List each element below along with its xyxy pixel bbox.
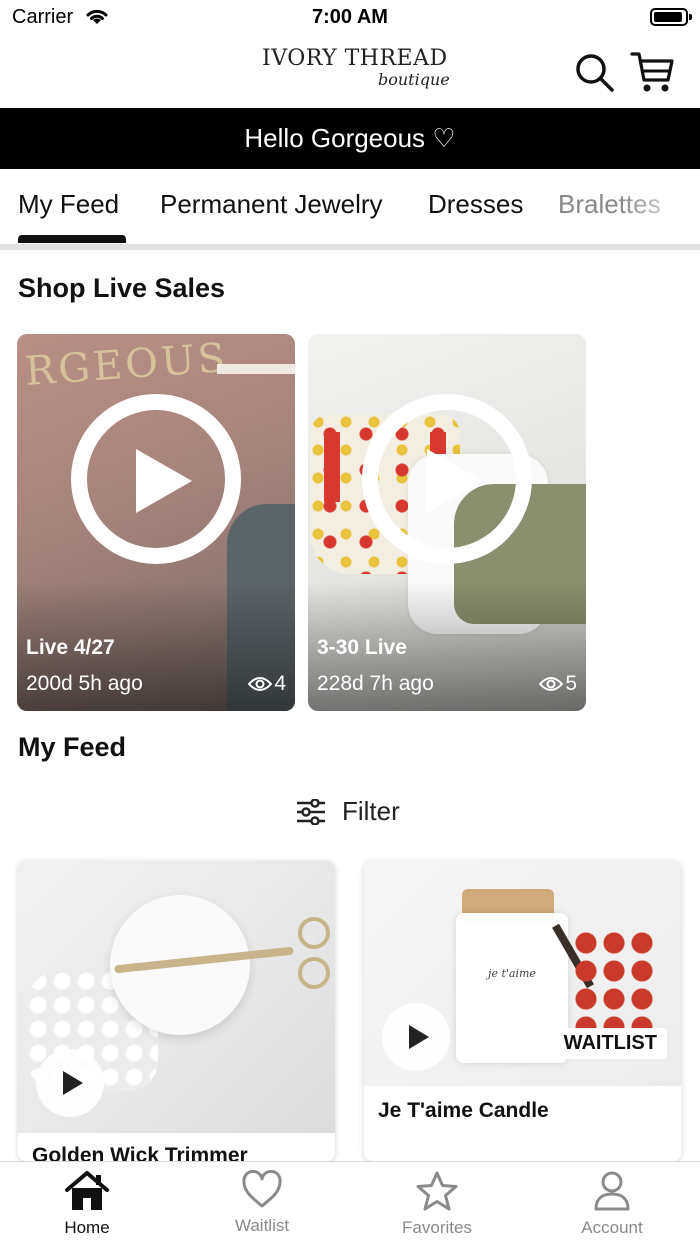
category-tabs: My Feed Permanent Jewelry Dresses Bralet… bbox=[0, 169, 700, 249]
logo-sub-text: boutique bbox=[378, 70, 450, 89]
eye-icon bbox=[539, 677, 564, 691]
app-header: IVORY THREAD boutique bbox=[0, 36, 700, 108]
tab-my-feed[interactable]: My Feed bbox=[18, 189, 119, 220]
heart-icon bbox=[242, 1170, 282, 1208]
product-card[interactable]: Golden Wick Trimmer bbox=[18, 861, 335, 1161]
strap-decoration bbox=[324, 432, 340, 502]
trimmer-ring-decoration bbox=[298, 917, 330, 949]
live-sale-views: 5 bbox=[539, 672, 577, 696]
live-sale-title: 3-30 Live bbox=[317, 636, 407, 659]
live-sale-time: 228d 7h ago bbox=[317, 672, 434, 695]
nav-waitlist-label: Waitlist bbox=[234, 1216, 290, 1235]
brand-logo[interactable]: IVORY THREAD boutique bbox=[262, 42, 450, 102]
filter-label: Filter bbox=[342, 796, 400, 826]
play-icon bbox=[63, 1071, 83, 1095]
filter-icon bbox=[297, 798, 325, 825]
jar-label-text: je t'aime bbox=[488, 967, 536, 980]
nav-account[interactable]: Account bbox=[542, 1170, 682, 1238]
battery-icon bbox=[650, 8, 692, 26]
person-icon bbox=[594, 1171, 630, 1211]
home-icon bbox=[65, 1171, 109, 1210]
status-bar: Carrier 7:00 AM bbox=[0, 0, 700, 36]
live-sale-card[interactable]: 3-30 Live 228d 7h ago 5 bbox=[308, 334, 586, 711]
greeting-banner: Hello Gorgeous ♡ bbox=[0, 108, 700, 169]
active-tab-indicator bbox=[18, 235, 126, 243]
view-count: 4 bbox=[274, 672, 286, 695]
waitlist-badge: WAITLIST bbox=[553, 1028, 667, 1059]
play-icon[interactable] bbox=[362, 394, 532, 564]
star-icon bbox=[416, 1171, 458, 1211]
nav-waitlist[interactable]: Waitlist bbox=[192, 1170, 332, 1236]
greeting-text: Hello Gorgeous ♡ bbox=[244, 123, 456, 153]
candle-jar-decoration bbox=[456, 913, 568, 1063]
wall-letters-decoration: RGEOUS bbox=[23, 334, 230, 396]
product-video-button[interactable] bbox=[382, 1003, 450, 1071]
live-sale-title: Live 4/27 bbox=[26, 636, 115, 659]
tab-dresses[interactable]: Dresses bbox=[428, 189, 523, 220]
nav-account-label: Account bbox=[581, 1218, 643, 1237]
product-video-button[interactable] bbox=[36, 1049, 104, 1117]
tab-permanent-jewelry[interactable]: Permanent Jewelry bbox=[160, 189, 383, 220]
nav-home[interactable]: Home bbox=[17, 1170, 157, 1238]
petals-decoration bbox=[574, 931, 654, 1031]
cart-button[interactable] bbox=[630, 50, 676, 94]
product-name: Je T'aime Candle bbox=[378, 1099, 549, 1122]
nav-favorites[interactable]: Favorites bbox=[367, 1170, 507, 1238]
shelf-decoration bbox=[217, 364, 295, 374]
cart-icon bbox=[630, 52, 674, 92]
nav-home-label: Home bbox=[64, 1218, 110, 1237]
live-sale-card[interactable]: RGEOUS Live 4/27 200d 5h ago 4 bbox=[17, 334, 295, 711]
search-button[interactable] bbox=[574, 52, 616, 94]
live-sale-views: 4 bbox=[248, 672, 286, 696]
tab-overflow-fade bbox=[620, 169, 700, 245]
bottom-tab-bar: Home Waitlist Favorites Account bbox=[0, 1161, 700, 1244]
play-icon bbox=[409, 1025, 429, 1049]
eye-icon bbox=[248, 677, 273, 691]
trimmer-ring-decoration bbox=[298, 957, 330, 989]
my-feed-title: My Feed bbox=[18, 732, 127, 762]
live-sale-time: 200d 5h ago bbox=[26, 672, 143, 695]
play-icon[interactable] bbox=[71, 394, 241, 564]
clock: 7:00 AM bbox=[312, 6, 388, 28]
tab-divider bbox=[0, 244, 700, 250]
product-card[interactable]: je t'aime WAITLIST Je T'aime Candle bbox=[364, 861, 681, 1161]
filter-button[interactable]: Filter bbox=[296, 796, 400, 827]
nav-favorites-label: Favorites bbox=[402, 1218, 472, 1237]
search-icon bbox=[576, 54, 614, 92]
product-name: Golden Wick Trimmer bbox=[32, 1144, 248, 1161]
shop-live-sales-title: Shop Live Sales bbox=[18, 273, 226, 303]
view-count: 5 bbox=[565, 672, 577, 695]
logo-main-text: IVORY THREAD bbox=[262, 46, 448, 71]
